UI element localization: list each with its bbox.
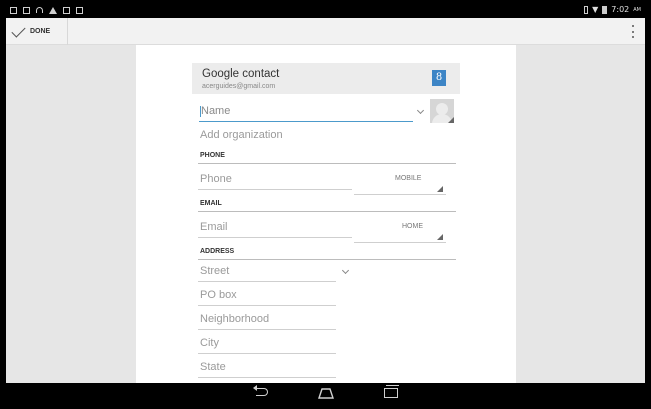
phone-type-spinner[interactable]: MOBILE	[395, 175, 421, 182]
street-field-underline	[198, 281, 336, 282]
gallery-icon	[10, 7, 17, 14]
address-section-divider	[198, 259, 456, 260]
po-box-field[interactable]: PO box	[200, 289, 237, 301]
name-field[interactable]: Name	[201, 105, 230, 117]
add-organization-button[interactable]: Add organization	[200, 129, 283, 141]
expand-address-chevron-icon[interactable]	[341, 266, 350, 275]
account-header[interactable]: Google contact acerguides@gmail.com 8	[192, 63, 460, 94]
recent-apps-icon[interactable]	[384, 385, 399, 398]
action-bar: DONE	[6, 18, 645, 45]
image-icon	[63, 7, 70, 14]
content-area: Google contact acerguides@gmail.com 8 Na…	[6, 45, 645, 383]
contact-editor-card: Google contact acerguides@gmail.com 8 Na…	[136, 45, 516, 383]
name-field-underline	[199, 121, 413, 122]
state-field[interactable]: State	[200, 361, 226, 373]
phone-field-underline	[198, 189, 352, 190]
barcode-icon	[23, 7, 30, 14]
neighborhood-field[interactable]: Neighborhood	[200, 313, 269, 325]
contact-photo-button[interactable]	[430, 99, 454, 123]
email-section-header: EMAIL	[200, 200, 222, 207]
email-type-spinner[interactable]: HOME	[402, 223, 423, 230]
home-icon[interactable]	[318, 387, 334, 399]
photo-icon	[76, 7, 83, 14]
city-field-underline	[198, 353, 336, 354]
phone-type-dropdown-icon	[437, 186, 443, 192]
address-section-header: ADDRESS	[200, 248, 235, 255]
account-email: acerguides@gmail.com	[202, 83, 276, 90]
tablet-screen: ▼ 7:02 AM DONE Google contact acerguides…	[0, 0, 651, 409]
phone-section-header: PHONE	[200, 152, 225, 159]
clock: 7:02	[611, 5, 630, 14]
navigation-bar	[6, 383, 645, 403]
wifi-signal-icon: ▼	[592, 5, 599, 14]
phone-field[interactable]: Phone	[200, 173, 232, 185]
done-button[interactable]: DONE	[6, 18, 68, 45]
account-title: Google contact	[202, 68, 280, 80]
notification-icons	[10, 5, 83, 14]
done-label: DONE	[30, 28, 51, 35]
email-field-underline	[198, 237, 352, 238]
expand-name-chevron-icon[interactable]	[416, 106, 425, 115]
po-box-field-underline	[198, 305, 336, 306]
phone-section-divider	[198, 163, 456, 164]
wifi-icon	[36, 7, 43, 13]
status-bar: ▼ 7:02 AM	[6, 4, 645, 18]
email-field[interactable]: Email	[200, 221, 228, 233]
phone-type-underline	[354, 194, 446, 195]
sim-icon	[584, 5, 589, 14]
email-section-divider	[198, 211, 456, 212]
email-type-dropdown-icon	[437, 234, 443, 240]
system-icons: ▼ 7:02 AM	[584, 5, 641, 14]
overflow-menu-icon[interactable]	[632, 25, 635, 38]
back-icon[interactable]	[253, 385, 268, 396]
alert-icon	[49, 7, 57, 14]
neighborhood-field-underline	[198, 329, 336, 330]
state-field-underline	[198, 377, 336, 378]
street-field[interactable]: Street	[200, 265, 229, 277]
photo-corner-icon	[448, 117, 454, 123]
city-field[interactable]: City	[200, 337, 219, 349]
clock-ampm: AM	[633, 6, 641, 13]
email-type-underline	[354, 242, 446, 243]
battery-icon	[602, 5, 608, 14]
google-account-icon: 8	[432, 70, 446, 86]
check-icon	[11, 22, 26, 38]
